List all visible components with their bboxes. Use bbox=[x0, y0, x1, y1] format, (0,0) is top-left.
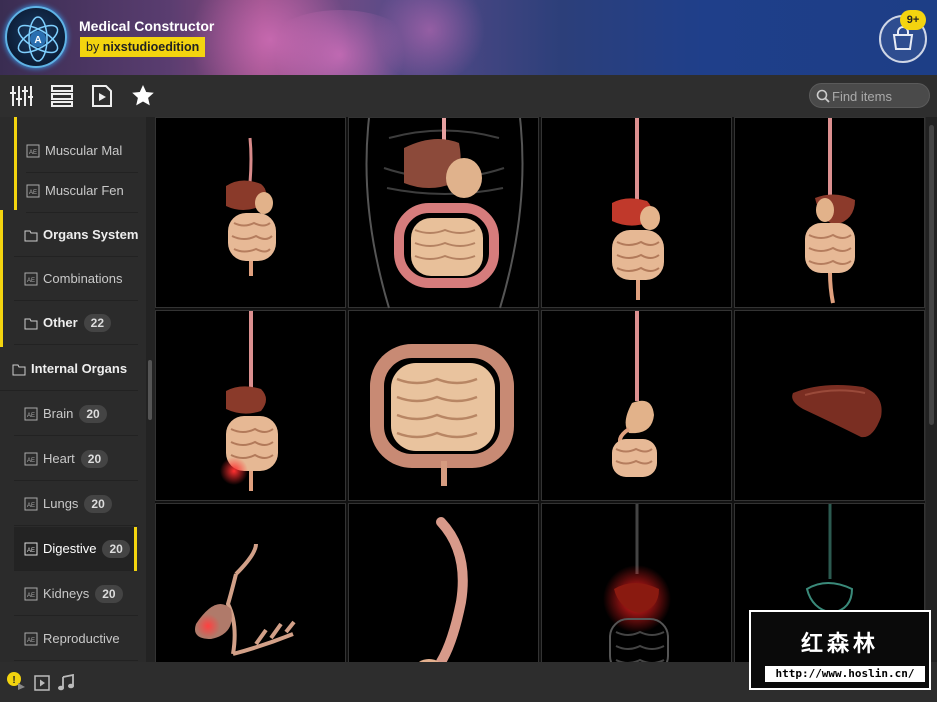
music-note-icon[interactable] bbox=[57, 673, 75, 697]
category-sidebar: AE Muscular Mal AE Muscular Fen Organs S… bbox=[0, 117, 146, 662]
sidebar-item-label: Organs System bbox=[43, 227, 138, 242]
author-name: nixstudioedition bbox=[102, 40, 200, 54]
watermark-overlay: 红森林 http://www.hoslin.cn/ bbox=[749, 610, 931, 690]
digestive-system-thumbnail[interactable] bbox=[541, 117, 732, 308]
sidebar-item-digestive[interactable]: AE Digestive 20 bbox=[14, 527, 134, 571]
svg-text:AE: AE bbox=[27, 458, 35, 464]
svg-text:!: ! bbox=[12, 675, 15, 686]
search-box[interactable] bbox=[809, 83, 930, 108]
sidebar-item-label: Heart bbox=[43, 451, 75, 466]
sidebar-folder-other[interactable]: Other 22 bbox=[14, 301, 138, 345]
sidebar-item-label: Other bbox=[43, 315, 78, 330]
cart-count-badge: 9+ bbox=[900, 10, 926, 30]
app-logo: A bbox=[5, 6, 67, 68]
item-count-badge: 22 bbox=[83, 313, 112, 332]
item-count-badge: 20 bbox=[80, 449, 109, 468]
digestive-xray-red-thumbnail[interactable] bbox=[541, 503, 732, 662]
svg-text:AE: AE bbox=[27, 413, 35, 419]
ae-file-icon: AE bbox=[24, 542, 38, 555]
sidebar-item-reproductive[interactable]: AE Reproductive bbox=[14, 617, 138, 661]
item-count-badge: 20 bbox=[95, 584, 123, 603]
ae-file-icon: AE bbox=[26, 184, 40, 197]
ae-file-icon: AE bbox=[26, 144, 40, 157]
sidebar-item-label: Internal Organs bbox=[31, 361, 128, 376]
warning-icon[interactable]: ! bbox=[6, 671, 28, 696]
folder-icon bbox=[24, 230, 38, 241]
grid-scroll-thumb[interactable] bbox=[929, 125, 934, 425]
stomach-intestine-thumbnail[interactable] bbox=[541, 310, 732, 501]
ae-file-icon: AE bbox=[24, 632, 38, 645]
watermark-url: http://www.hoslin.cn/ bbox=[765, 666, 925, 682]
sidebar-scroll-thumb[interactable] bbox=[148, 360, 152, 420]
liver-thumbnail[interactable] bbox=[734, 310, 925, 501]
list-view-icon[interactable] bbox=[50, 84, 74, 108]
sidebar-folder-internal-organs[interactable]: Internal Organs bbox=[0, 347, 138, 391]
ae-file-icon: AE bbox=[24, 497, 38, 510]
favorites-star-icon[interactable] bbox=[131, 84, 155, 108]
preview-play-icon[interactable] bbox=[90, 84, 114, 108]
svg-text:AE: AE bbox=[27, 503, 35, 509]
folder-icon bbox=[24, 318, 38, 329]
svg-text:AE: AE bbox=[29, 150, 37, 156]
sidebar-item-label: Muscular Mal bbox=[45, 143, 123, 158]
svg-text:A: A bbox=[34, 35, 41, 46]
sidebar-item-label: Combinations bbox=[43, 271, 123, 286]
sidebar-folder-organs-system[interactable]: Organs System bbox=[14, 213, 138, 257]
group-indicator bbox=[14, 117, 17, 210]
svg-text:AE: AE bbox=[27, 593, 35, 599]
ae-file-icon: AE bbox=[24, 407, 38, 420]
digestive-in-body-thumbnail[interactable] bbox=[348, 117, 539, 309]
video-preview-icon[interactable] bbox=[34, 675, 50, 696]
svg-text:AE: AE bbox=[27, 548, 35, 554]
sidebar-item-label: Lungs bbox=[43, 496, 79, 511]
sidebar-item-lungs[interactable]: AE Lungs 20 bbox=[14, 482, 138, 526]
app-title: Medical Constructor bbox=[79, 18, 215, 34]
sidebar-item-combinations[interactable]: AE Combinations bbox=[14, 257, 138, 301]
item-count-badge: 20 bbox=[102, 539, 130, 558]
digestive-highlight-thumbnail[interactable] bbox=[155, 310, 346, 501]
group-indicator bbox=[0, 210, 3, 347]
svg-text:AE: AE bbox=[29, 190, 37, 196]
sidebar-item-muscular-female[interactable]: AE Muscular Fen bbox=[26, 169, 138, 213]
watermark-chinese-text: 红森林 bbox=[800, 632, 879, 657]
sidebar-item-label: Brain bbox=[43, 406, 74, 421]
author-badge[interactable]: by nixstudioedition bbox=[80, 37, 206, 57]
svg-text:AE: AE bbox=[27, 638, 35, 644]
digestive-system-side-thumbnail[interactable] bbox=[734, 117, 925, 308]
sidebar-item-kidneys[interactable]: AE Kidneys 20 bbox=[14, 572, 138, 616]
active-indicator bbox=[134, 527, 137, 571]
sidebar-item-label: Kidneys bbox=[43, 586, 90, 601]
ae-file-icon: AE bbox=[24, 452, 38, 465]
sidebar-item-label: Digestive bbox=[43, 541, 97, 556]
digestive-system-thumbnail[interactable] bbox=[155, 117, 346, 308]
svg-text:AE: AE bbox=[27, 278, 35, 284]
sidebar-item-brain[interactable]: AE Brain 20 bbox=[14, 392, 138, 436]
sidebar-item-label: Reproductive bbox=[43, 631, 120, 646]
sidebar-item-heart[interactable]: AE Heart 20 bbox=[14, 437, 138, 481]
sidebar-item-label: Muscular Fen bbox=[45, 183, 124, 198]
sidebar-item-muscular-male[interactable]: AE Muscular Mal bbox=[26, 129, 138, 173]
search-icon bbox=[816, 89, 830, 103]
thumbnail-grid bbox=[155, 117, 925, 662]
folder-icon bbox=[12, 364, 26, 375]
item-count-badge: 20 bbox=[79, 404, 107, 423]
intestines-thumbnail[interactable] bbox=[348, 310, 539, 501]
esophagus-thumbnail[interactable] bbox=[348, 503, 539, 662]
sliders-icon[interactable] bbox=[9, 84, 33, 108]
ae-file-icon: AE bbox=[24, 587, 38, 600]
ae-file-icon: AE bbox=[24, 272, 38, 285]
search-input[interactable] bbox=[832, 87, 924, 105]
item-count-badge: 20 bbox=[84, 494, 112, 513]
gallbladder-thumbnail[interactable] bbox=[155, 503, 346, 662]
author-prefix: by bbox=[86, 40, 100, 54]
